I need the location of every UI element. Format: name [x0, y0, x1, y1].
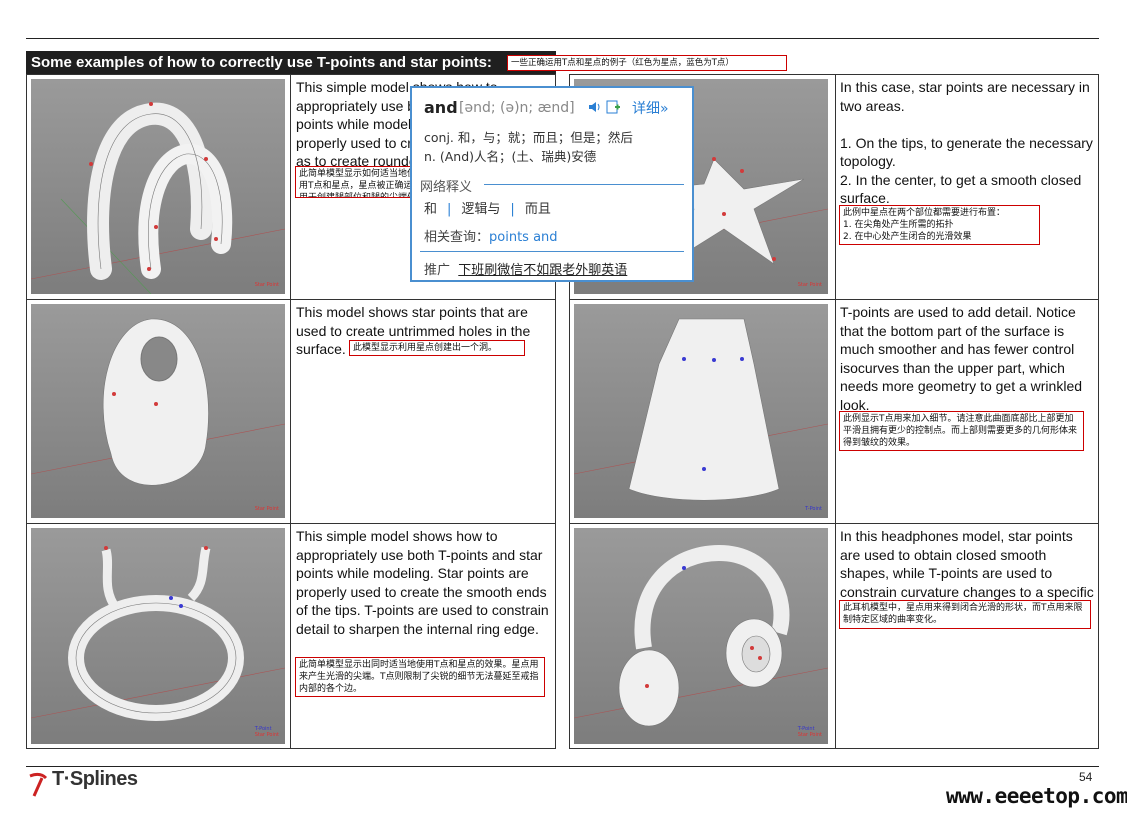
panel-5-cn: 此简单模型显示出同时适当地使用T点和星点的效果。星点用来产生光滑的尖端。T点则限…	[295, 657, 545, 697]
panel-4-text: T-points are used to add detail. Notice …	[840, 304, 1083, 413]
section-title: Some examples of how to correctly use T-…	[26, 51, 556, 74]
legend-star: Star Point	[254, 506, 279, 512]
hole-model-drawing	[31, 318, 285, 486]
tsplines-logo-icon	[28, 772, 48, 798]
row-divider	[26, 523, 556, 524]
top-rule	[26, 38, 1099, 39]
legend: Star Point	[255, 506, 279, 512]
row-divider	[569, 299, 1099, 300]
ring-model-drawing	[31, 546, 285, 721]
panel-5-text: This simple model shows how to appropria…	[296, 528, 549, 637]
definition-line: conj. 和，与；就；而且；但是；然后	[424, 130, 633, 145]
net-item[interactable]: 逻辑与	[461, 202, 500, 217]
render-arch-model: Star Point	[31, 79, 285, 294]
related-link[interactable]: points and	[489, 230, 558, 245]
definition-line: n. (And)人名；(土、瑞典)安德	[424, 149, 597, 164]
panel-3-cn: 此模型显示利用星点创建出一个洞。	[349, 340, 525, 356]
legend: Star Point	[255, 282, 279, 288]
legend-star: Star Point	[254, 732, 279, 738]
panel-2-text: In this case, star points are necessary …	[840, 79, 1093, 206]
tsplines-logo: T·Splines	[52, 768, 138, 790]
legend: T-Point Star Point	[255, 726, 279, 738]
ad-link[interactable]: 下班刷微信不如跟老外聊英语	[458, 263, 627, 278]
speaker-icon[interactable]	[588, 100, 602, 114]
render-wrinkle-model: T-Point	[574, 304, 828, 518]
legend: T-Point	[805, 506, 822, 512]
render-headphones-model: T-Point Star Point	[574, 528, 828, 744]
net-item[interactable]: 而且	[525, 202, 551, 217]
legend: T-Point Star Point	[798, 726, 822, 738]
wrinkle-model-drawing	[574, 318, 828, 501]
net-section-title: 网络释义	[420, 180, 473, 195]
col-divider	[290, 74, 291, 749]
popup-phonetic: [ənd; (ə)n; ænd]	[459, 100, 575, 116]
page-number: 54	[1079, 770, 1093, 784]
section-title-cn: 一些正确运用T点和星点的例子（红色为星点，蓝色为T点）	[507, 55, 787, 71]
legend: Star Point	[798, 282, 822, 288]
more-link[interactable]: 详细»	[632, 98, 669, 118]
legend-tpoint: T-Point	[805, 506, 822, 512]
legend-star: Star Point	[254, 282, 279, 288]
col-divider	[835, 74, 836, 749]
dictionary-popup[interactable]: and [ənd; (ə)n; ænd] 详细» conj. 和，与；就；而且；…	[410, 86, 694, 282]
net-item[interactable]: 和	[424, 202, 437, 217]
render-hole-model: Star Point	[31, 304, 285, 518]
panel-4-cn: 此例显示T点用来加入细节。请注意此曲面底部比上部更加平滑且拥有更少的控制点。而上…	[839, 411, 1084, 451]
related-label: 相关查询：	[424, 230, 490, 245]
legend-star: Star Point	[797, 732, 822, 738]
legend-star: Star Point	[797, 282, 822, 288]
footer-rule	[26, 766, 1099, 767]
related-query: 相关查询：points and	[424, 226, 558, 245]
popup-divider	[420, 251, 684, 252]
panel-1-cn: 此简单模型显示如何适当地使用T点和星点，星点被正确运用于创建腿部位和腿的尖端处合…	[295, 166, 425, 198]
net-items: 和 | 逻辑与 | 而且	[424, 202, 551, 217]
headphones-model-drawing	[574, 544, 828, 727]
ad-label: 推广	[424, 263, 451, 278]
site-watermark: www.eeeetop.com	[946, 784, 1127, 808]
panel-2-cn: 此例中星点在两个部位都需要进行布置： 1. 在尖角处产生所需的拓扑 2. 在中心…	[839, 205, 1040, 245]
popup-definitions: conj. 和，与；就；而且；但是；然后 n. (And)人名；(土、瑞典)安德	[424, 128, 633, 166]
net-section-divider	[484, 184, 684, 185]
row-divider	[569, 523, 1099, 524]
row-divider	[26, 299, 556, 300]
add-wordbook-icon[interactable]	[606, 100, 620, 114]
arch-model-drawing	[31, 102, 285, 294]
render-ring-model: T-Point Star Point	[31, 528, 285, 744]
panel-6-cn: 此耳机模型中，星点用来得到闭合光滑的形状，而T点用来限制特定区域的曲率变化。	[839, 600, 1091, 629]
popup-ad: 推广 下班刷微信不如跟老外聊英语	[424, 259, 627, 278]
popup-word: and	[424, 98, 458, 117]
